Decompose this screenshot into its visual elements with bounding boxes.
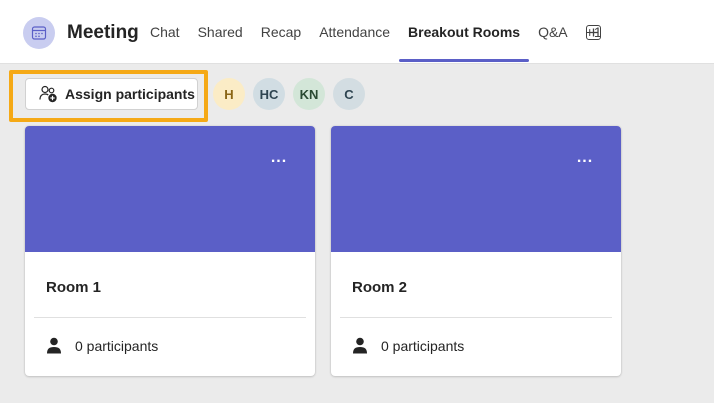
tab-chat[interactable]: Chat bbox=[150, 0, 189, 64]
person-icon bbox=[47, 337, 61, 354]
participant-count-label: 0 participants bbox=[75, 337, 159, 354]
avatar[interactable]: HC bbox=[253, 78, 285, 110]
more-options-button[interactable]: ... bbox=[573, 148, 597, 168]
room-card[interactable]: ... Room 2 0 participants bbox=[331, 126, 621, 376]
people-add-icon bbox=[39, 85, 57, 103]
divider bbox=[340, 317, 612, 318]
room-card[interactable]: ... Room 1 0 participants bbox=[25, 126, 315, 376]
divider bbox=[34, 317, 306, 318]
room-header bbox=[331, 126, 621, 252]
room-header bbox=[25, 126, 315, 252]
assign-participants-label: Assign participants bbox=[65, 86, 195, 102]
tab-qa[interactable]: Q&A bbox=[529, 0, 577, 64]
page-title: Meeting bbox=[67, 22, 139, 43]
person-icon bbox=[353, 337, 367, 354]
assign-participants-button[interactable]: Assign participants bbox=[25, 78, 198, 110]
room-name: Room 2 bbox=[352, 279, 408, 296]
tab-shared[interactable]: Shared bbox=[189, 0, 252, 64]
participant-count: 0 participants bbox=[46, 337, 158, 354]
more-options-button[interactable]: ... bbox=[267, 148, 291, 168]
participant-count: 0 participants bbox=[352, 337, 464, 354]
room-name: Room 1 bbox=[46, 279, 102, 296]
participant-count-label: 0 participants bbox=[381, 337, 465, 354]
tab-recap[interactable]: Recap bbox=[252, 0, 310, 64]
tab-bar: Chat Shared Recap Attendance Breakout Ro… bbox=[150, 0, 611, 64]
add-tab-icon[interactable] bbox=[586, 25, 601, 40]
tab-breakout-rooms[interactable]: Breakout Rooms bbox=[399, 0, 530, 64]
meeting-header: Meeting Chat Shared Recap Attendance Bre… bbox=[0, 0, 714, 64]
calendar-icon bbox=[23, 17, 55, 49]
avatar[interactable]: H bbox=[213, 78, 245, 110]
avatar[interactable]: C bbox=[333, 78, 365, 110]
avatar[interactable]: KN bbox=[293, 78, 325, 110]
tab-attendance[interactable]: Attendance bbox=[310, 0, 399, 64]
